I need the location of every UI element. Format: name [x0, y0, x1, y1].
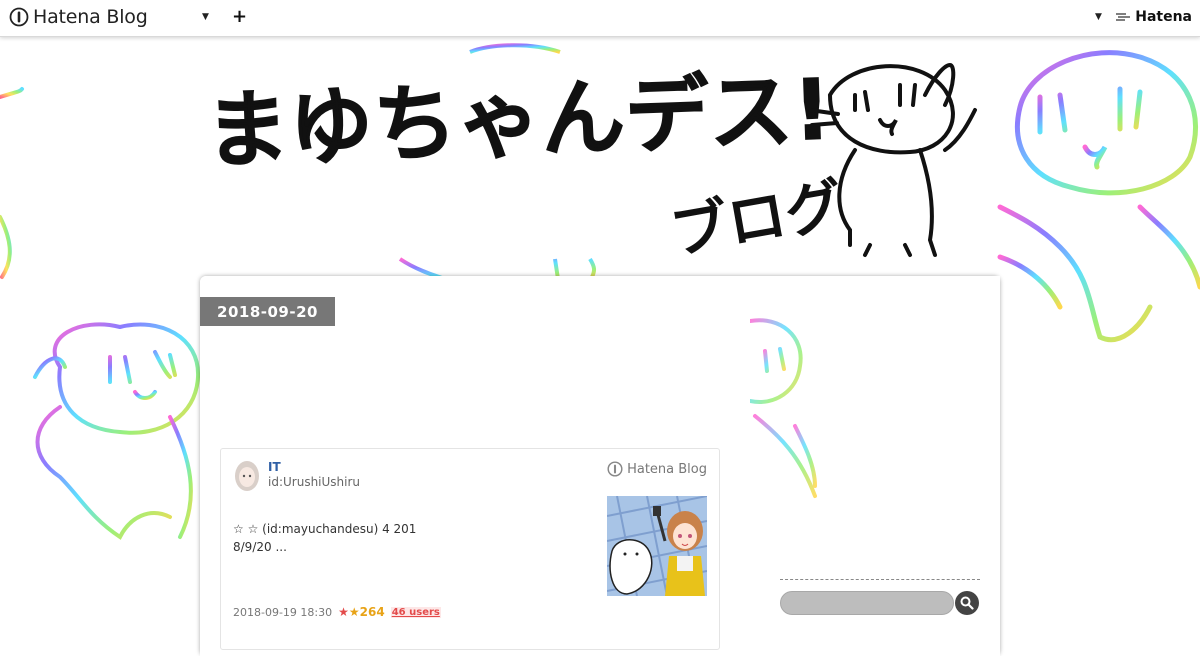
embed-meta: 2018-09-19 18:30 ★★ 264 46 users	[233, 605, 441, 619]
embed-excerpt: ☆ ☆ (id:mayuchandesu) 4 201 8/9/20 ...	[233, 520, 593, 556]
entry-date-badge[interactable]: 2018-09-20	[200, 297, 335, 326]
chevron-down-icon[interactable]: ▼	[1095, 12, 1102, 22]
embed-timestamp: 2018-09-19 18:30	[233, 605, 333, 619]
hatena-account-link[interactable]: Hatena	[1115, 9, 1192, 25]
star-icon[interactable]: ★★	[338, 605, 360, 619]
blog-title-text: まゆちゃんデス!	[204, 60, 833, 180]
blog-subtitle-text: ブログ	[665, 170, 848, 267]
hatena-wave-icon	[1116, 13, 1131, 21]
hatena-text: Hatena	[1135, 9, 1192, 25]
add-entry-button[interactable]: +	[232, 6, 247, 27]
hatena-blog-logo-text: Hatena Blog	[33, 6, 148, 28]
embed-excerpt-line: ☆ ☆ (id:mayuchandesu) 4 201	[233, 522, 417, 536]
embed-excerpt-line: 8/9/20 ...	[233, 540, 287, 554]
embed-title-link[interactable]: IT	[268, 460, 281, 474]
search-input[interactable]	[780, 591, 954, 615]
search-icon	[960, 596, 974, 610]
embed-author-id[interactable]: id:UrushiUshiru	[268, 475, 360, 489]
embed-hatena-blog-brand[interactable]: Hatena Blog	[607, 461, 707, 477]
hatena-blog-icon	[607, 461, 623, 477]
bookmark-users-link[interactable]: 46 users	[390, 606, 441, 618]
blog-card-embed[interactable]: IT id:UrushiUshiru Hatena Blog ☆ ☆ (id:m…	[220, 448, 720, 650]
sidebar-divider	[780, 579, 980, 580]
search-button[interactable]	[955, 591, 979, 615]
sidebar-doodle	[750, 318, 832, 498]
star-count[interactable]: 264	[360, 605, 385, 619]
global-header-bar: Hatena Blog ▼ + ▼ Hatena	[0, 0, 1200, 37]
sidebar	[750, 276, 1000, 656]
hatena-blog-logo[interactable]: Hatena Blog	[9, 6, 148, 28]
content-card: 2018-09-20 IT id:UrushiUshiru Hatena Blo…	[200, 276, 1000, 656]
hatena-blog-icon	[9, 7, 29, 27]
author-avatar[interactable]	[233, 460, 261, 494]
chevron-down-icon[interactable]: ▼	[202, 12, 209, 22]
blog-title-image[interactable]: まゆちゃんデス! ブログ	[200, 40, 1000, 270]
embed-thumbnail[interactable]	[607, 496, 707, 596]
main-column: 2018-09-20 IT id:UrushiUshiru Hatena Blo…	[200, 276, 750, 656]
embed-brand-text: Hatena Blog	[627, 461, 707, 477]
